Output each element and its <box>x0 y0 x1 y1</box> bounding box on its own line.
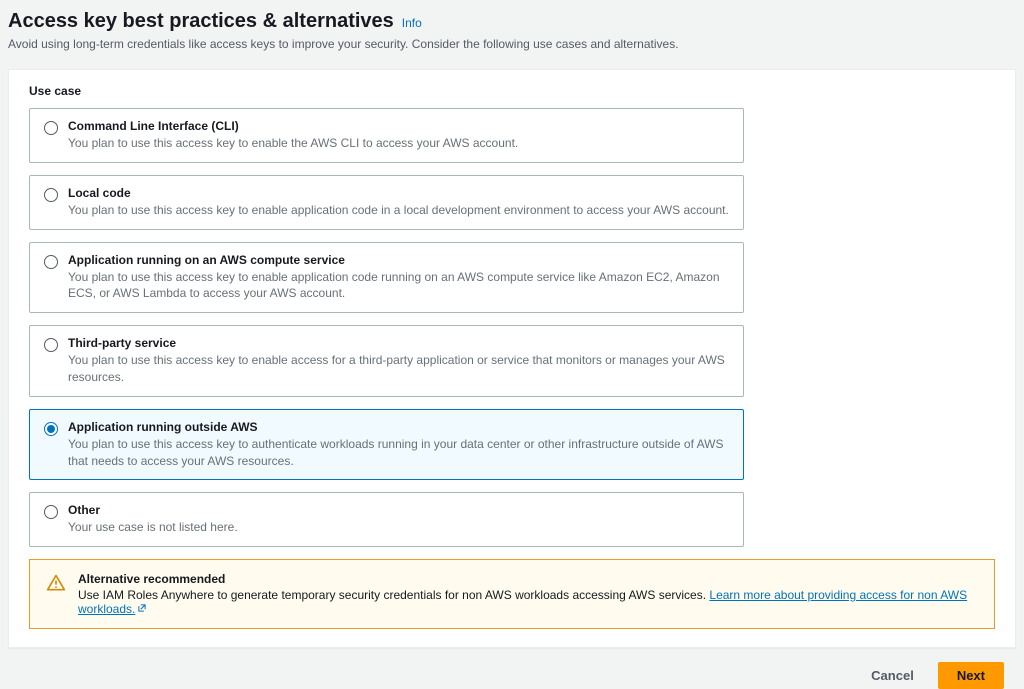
next-button[interactable]: Next <box>938 662 1004 689</box>
radio-icon <box>44 338 58 352</box>
page-header: Access key best practices & alternatives… <box>0 0 1024 59</box>
option-aws-compute[interactable]: Application running on an AWS compute se… <box>29 242 744 314</box>
info-link[interactable]: Info <box>402 16 422 30</box>
radio-icon <box>44 188 58 202</box>
options-list: Command Line Interface (CLI) You plan to… <box>29 108 744 547</box>
footer-actions: Cancel Next <box>0 648 1024 689</box>
option-title: Third-party service <box>68 336 729 350</box>
option-desc: You plan to use this access key to enabl… <box>68 352 729 386</box>
option-other[interactable]: Other Your use case is not listed here. <box>29 492 744 547</box>
external-link-icon <box>137 602 147 612</box>
option-title: Application running on an AWS compute se… <box>68 253 729 267</box>
option-desc: You plan to use this access key to authe… <box>68 436 729 470</box>
use-case-card: Use case Command Line Interface (CLI) Yo… <box>8 69 1016 648</box>
page-title: Access key best practices & alternatives <box>8 10 394 33</box>
option-desc: You plan to use this access key to enabl… <box>68 135 729 152</box>
option-local-code[interactable]: Local code You plan to use this access k… <box>29 175 744 230</box>
option-desc: You plan to use this access key to enabl… <box>68 202 729 219</box>
radio-icon <box>44 121 58 135</box>
alternative-alert: Alternative recommended Use IAM Roles An… <box>29 559 995 629</box>
page-subtitle: Avoid using long-term credentials like a… <box>8 37 1016 51</box>
option-cli[interactable]: Command Line Interface (CLI) You plan to… <box>29 108 744 163</box>
option-desc: Your use case is not listed here. <box>68 519 729 536</box>
option-title: Other <box>68 503 729 517</box>
radio-icon <box>44 255 58 269</box>
radio-icon <box>44 505 58 519</box>
cancel-button[interactable]: Cancel <box>857 662 928 689</box>
alert-text-prefix: Use IAM Roles Anywhere to generate tempo… <box>78 588 709 602</box>
option-title: Command Line Interface (CLI) <box>68 119 729 133</box>
section-label: Use case <box>29 84 995 98</box>
warning-icon <box>46 573 66 593</box>
option-third-party[interactable]: Third-party service You plan to use this… <box>29 325 744 397</box>
alert-title: Alternative recommended <box>78 572 978 586</box>
radio-icon <box>44 422 58 436</box>
alert-text: Use IAM Roles Anywhere to generate tempo… <box>78 588 978 616</box>
option-title: Local code <box>68 186 729 200</box>
option-outside-aws[interactable]: Application running outside AWS You plan… <box>29 409 744 481</box>
option-title: Application running outside AWS <box>68 420 729 434</box>
option-desc: You plan to use this access key to enabl… <box>68 269 729 303</box>
